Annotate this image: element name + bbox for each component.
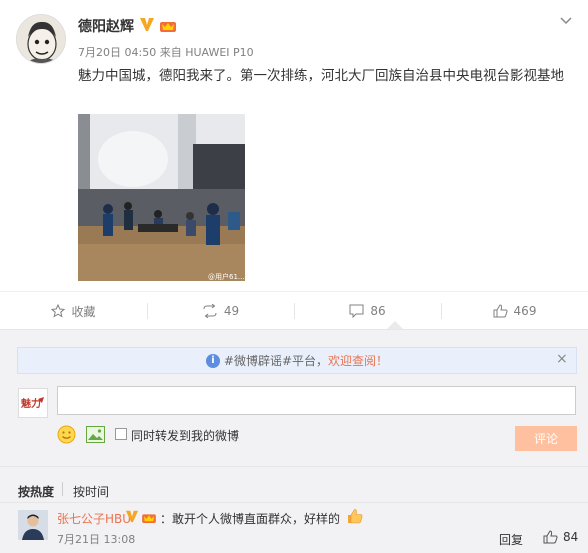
svg-text:魅力: 魅力 (21, 397, 41, 410)
post-menu-chevron-down-icon[interactable] (560, 14, 572, 28)
emoji-icon[interactable] (57, 425, 76, 444)
repost-icon (203, 304, 217, 318)
vip-crown-icon[interactable] (159, 18, 177, 32)
star-icon (51, 304, 66, 318)
comment-list-divider (0, 502, 588, 503)
comment-like-button[interactable]: 84 (543, 530, 578, 544)
comment-like-count: 84 (563, 530, 579, 544)
repost-button[interactable]: 49 (147, 292, 294, 330)
comment-input[interactable] (57, 386, 576, 415)
sort-by-time-tab[interactable]: 按时间 (73, 483, 109, 500)
commenter-vip-icon (141, 511, 157, 523)
commenter-verified-icon (125, 509, 139, 523)
comment-time: 7月21日 13:08 (57, 533, 136, 546)
commenter-name[interactable]: 张七公子HBU (57, 510, 131, 527)
author-avatar[interactable] (16, 14, 66, 64)
sort-separator (62, 482, 63, 496)
photo-watermark: @用户61... (208, 273, 245, 281)
like-button[interactable]: 469 (441, 292, 588, 330)
post-source[interactable]: HUAWEI P10 (185, 46, 253, 59)
notice-link[interactable]: 欢迎查阅！ (328, 352, 388, 369)
my-avatar[interactable]: 魅力 (18, 388, 48, 418)
sort-by-hot-tab[interactable]: 按热度 (18, 483, 54, 500)
post-photo[interactable] (78, 114, 245, 281)
thumbs-up-emoji-icon (347, 508, 363, 524)
post-actions-bar: 收藏 49 86 469 (0, 292, 588, 330)
repost-checkbox-label[interactable]: 同时转发到我的微博 (131, 427, 239, 444)
comment-text: ：敢开个人微博直面群众，好样的 (160, 512, 341, 526)
image-upload-icon[interactable] (86, 426, 105, 443)
post-meta: 7月20日 04:50 来自 HUAWEI P10 (78, 44, 254, 60)
reply-button[interactable]: 回复 (499, 531, 523, 548)
post-text: 魅力中国城，德阳我来了。第一次排练，河北大厂回族自治县中央电视台影视基地 (78, 68, 564, 84)
commenter-avatar[interactable] (18, 510, 48, 540)
comment-icon (349, 304, 364, 318)
info-icon: i (205, 353, 220, 368)
thumbs-up-icon (543, 530, 558, 544)
favorite-label: 收藏 (71, 304, 96, 319)
like-count: 469 (513, 304, 537, 318)
notice-text: #微博辟谣#平台， (223, 354, 329, 368)
sort-divider (0, 466, 588, 467)
repost-count: 49 (223, 304, 240, 318)
repost-checkbox[interactable] (115, 428, 127, 440)
comment-count: 86 (370, 304, 386, 318)
post-time[interactable]: 7月20日 04:50 (78, 46, 156, 59)
submit-comment-button[interactable]: 评论 (515, 426, 577, 451)
comment-pointer-arrow (387, 321, 403, 329)
notice-close-icon[interactable]: × (556, 351, 568, 367)
post-source-prefix: 来自 (159, 46, 182, 59)
rumor-notice-banner[interactable]: i #微博辟谣#平台， 欢迎查阅！ (17, 347, 577, 374)
thumbs-up-icon (493, 304, 508, 318)
verified-v-icon (139, 16, 155, 32)
comment-button[interactable]: 86 (294, 292, 441, 330)
favorite-button[interactable]: 收藏 (0, 292, 147, 330)
author-name[interactable]: 德阳赵辉 (78, 16, 134, 36)
